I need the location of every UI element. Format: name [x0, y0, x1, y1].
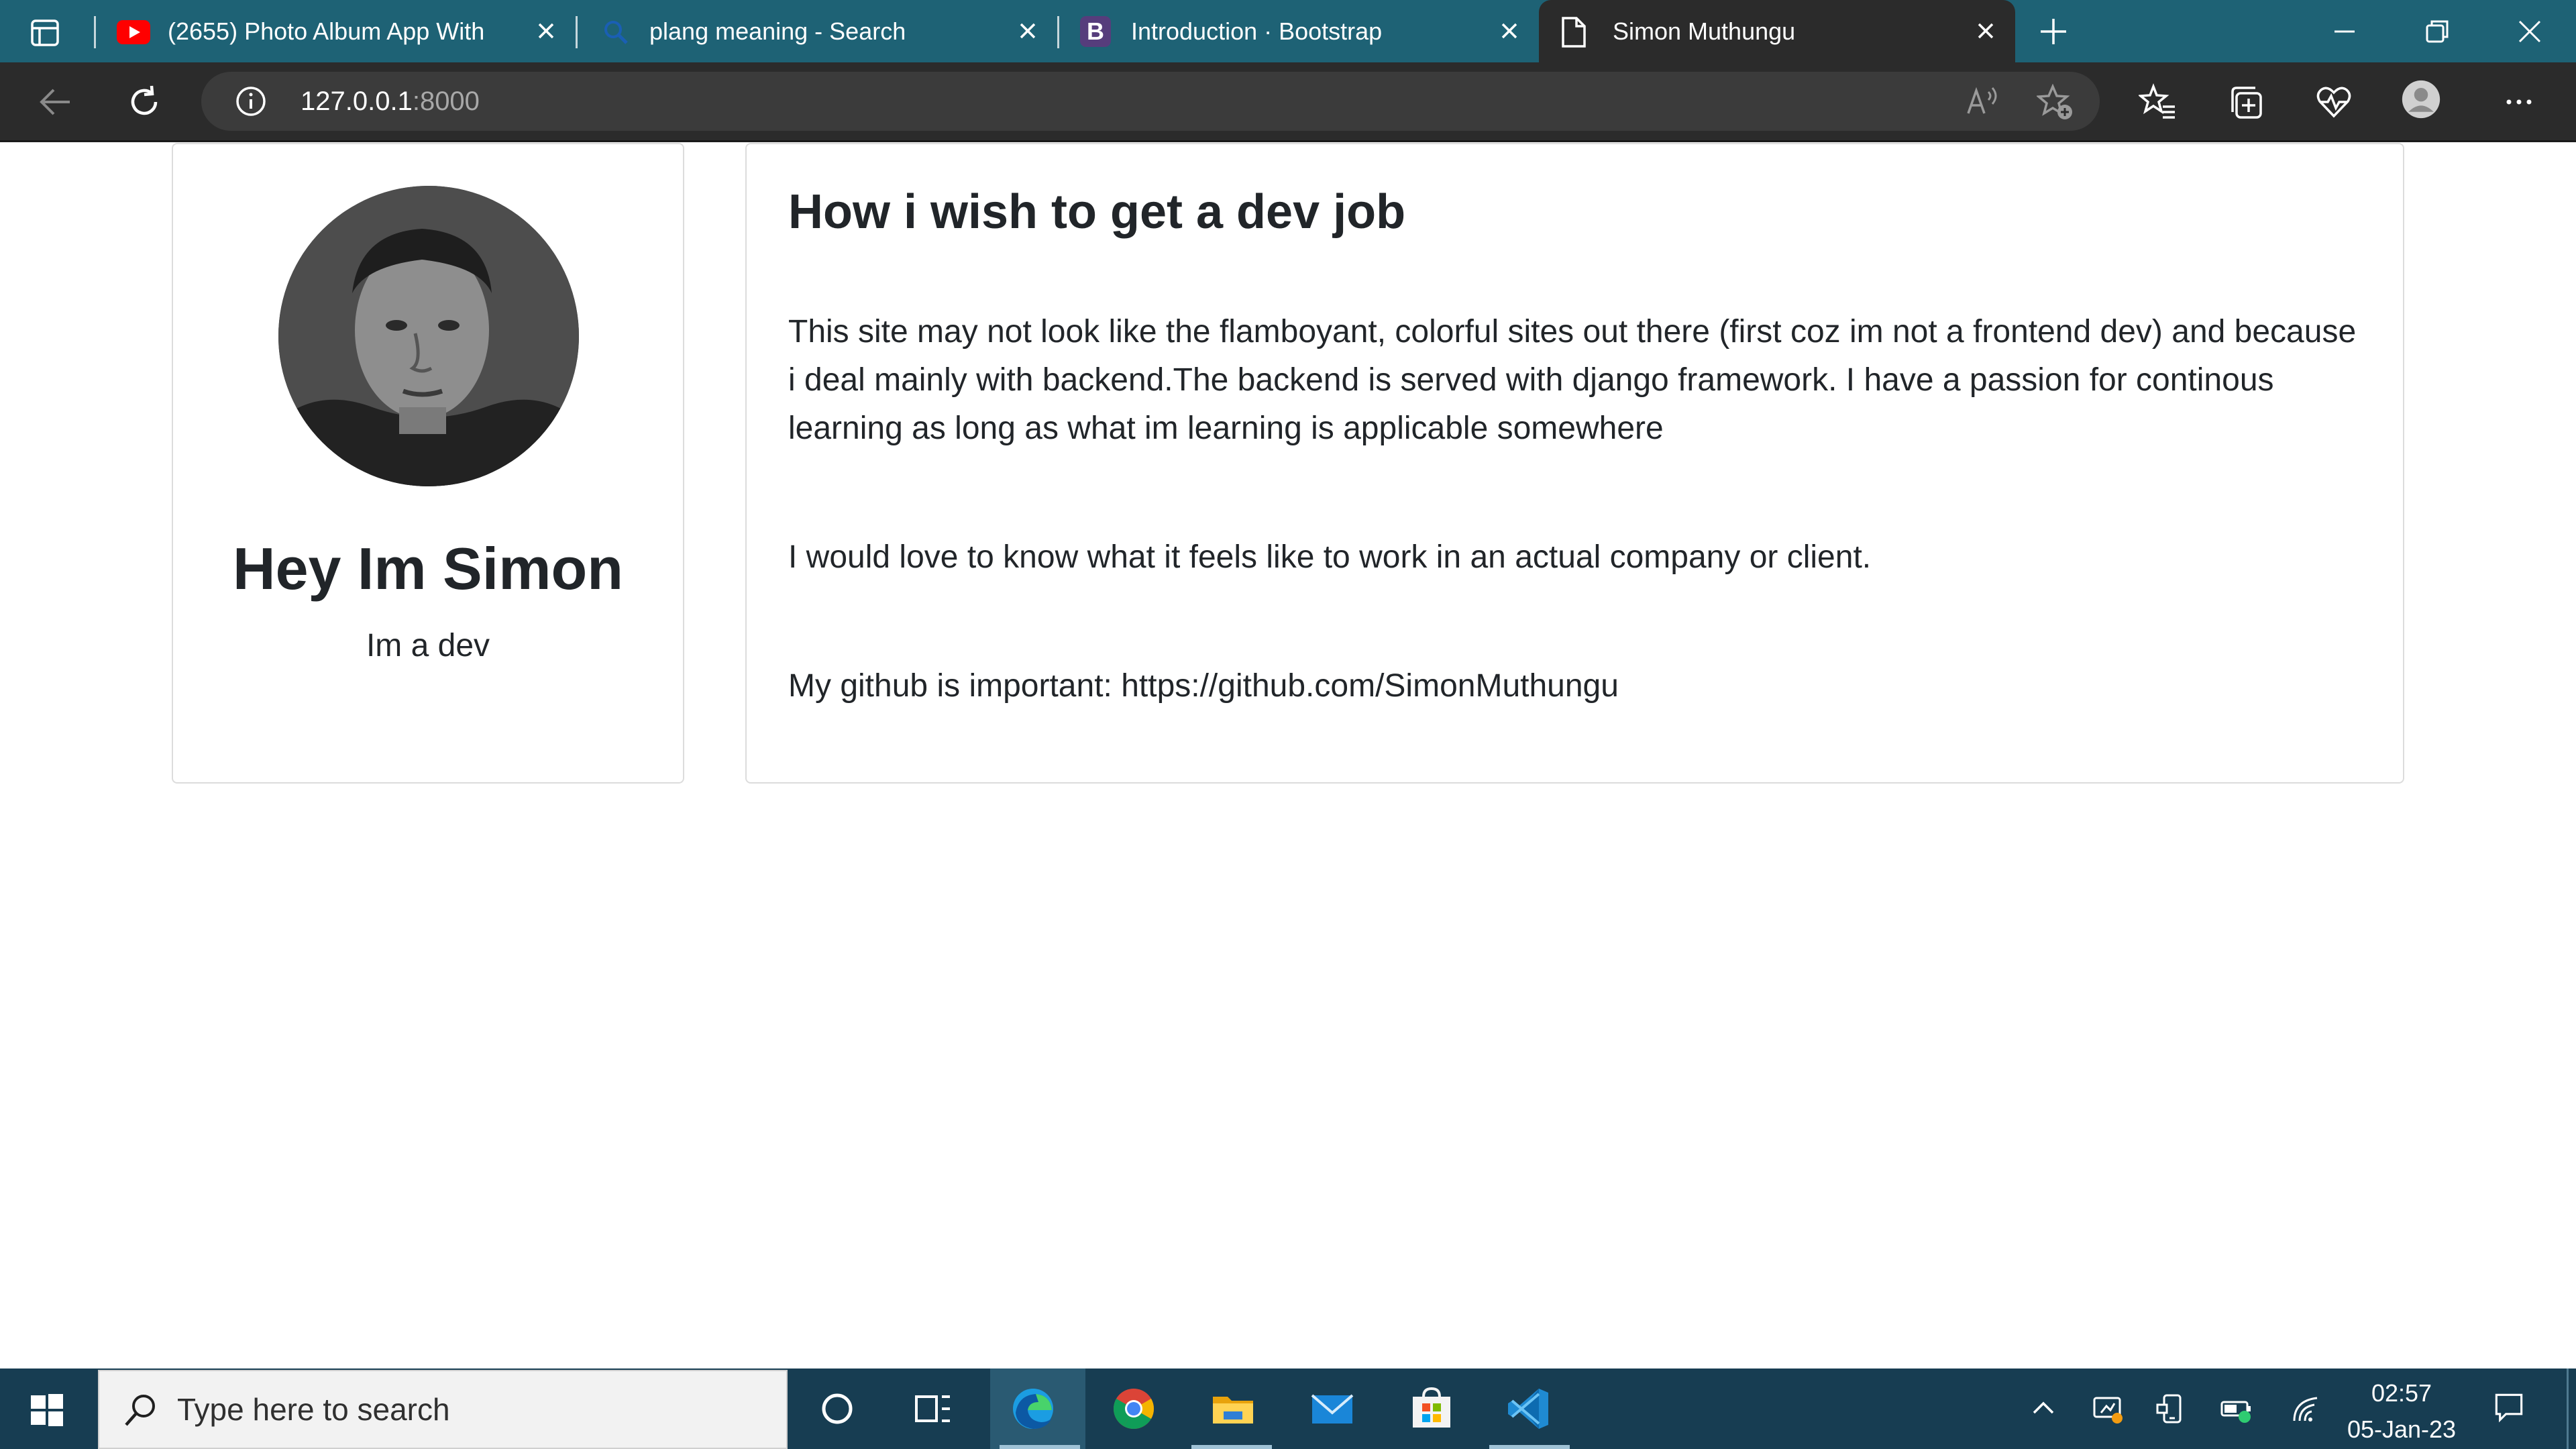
restore-icon[interactable]: [2422, 16, 2453, 47]
show-hidden-icons-chevron-icon[interactable]: [2027, 1393, 2059, 1425]
clock-time: 02:57: [2371, 1379, 2432, 1407]
read-aloud-icon[interactable]: [1966, 85, 2000, 117]
search-icon: [602, 19, 629, 46]
windows-start-icon[interactable]: [30, 1393, 64, 1428]
more-options-icon[interactable]: [2500, 83, 2538, 121]
favorites-icon[interactable]: [2137, 83, 2178, 121]
intro-paragraph: This site may not look like the flamboya…: [788, 314, 2357, 446]
search-icon: [122, 1391, 160, 1429]
collections-icon[interactable]: [2227, 83, 2266, 121]
profile-card: Hey Im Simon Im a dev: [172, 143, 684, 784]
browser-essentials-icon[interactable]: [2314, 83, 2353, 121]
close-window-icon[interactable]: [2514, 16, 2545, 47]
github-paragraph: My github is important: https://github.c…: [788, 668, 1619, 704]
tab-title: Simon Muthungu: [1613, 17, 1796, 45]
microsoft-store-icon[interactable]: [1407, 1385, 1456, 1433]
tab-separator: [1057, 16, 1059, 48]
mail-icon[interactable]: [1308, 1385, 1356, 1433]
taskbar-search-box[interactable]: Type here to search: [98, 1370, 788, 1449]
profile-avatar-icon[interactable]: [2402, 80, 2447, 125]
url-host: 127.0.0.1: [301, 87, 413, 116]
tab-separator: [94, 16, 96, 48]
minimize-icon[interactable]: [2329, 16, 2360, 47]
running-indicator: [1000, 1445, 1080, 1449]
file-explorer-icon[interactable]: [1209, 1385, 1257, 1433]
new-tab-icon[interactable]: [2038, 16, 2069, 47]
tab-title: plang meaning - Search: [649, 17, 906, 45]
close-tab-icon[interactable]: [534, 19, 558, 43]
profile-name: Hey Im Simon: [233, 535, 623, 602]
work-paragraph: I would love to know what it feels like …: [788, 539, 1872, 575]
search-placeholder: Type here to search: [177, 1392, 450, 1427]
close-tab-icon[interactable]: [1974, 19, 1998, 43]
content-title: How i wish to get a dev job: [788, 185, 1406, 239]
task-view-icon[interactable]: [908, 1385, 957, 1433]
meet-now-icon[interactable]: [2092, 1393, 2124, 1425]
youtube-icon: [117, 20, 150, 44]
wifi-icon[interactable]: [2290, 1393, 2322, 1425]
refresh-icon[interactable]: [125, 83, 164, 121]
page-icon: [1560, 16, 1587, 48]
show-desktop-strip[interactable]: [2567, 1368, 2569, 1449]
profile-role: Im a dev: [366, 628, 490, 663]
browser-toolbar: 127.0.0.1:8000: [0, 62, 2576, 142]
back-arrow-icon[interactable]: [36, 83, 75, 121]
bootstrap-icon: B: [1080, 16, 1111, 47]
edge-browser-icon[interactable]: [1009, 1385, 1057, 1433]
running-indicator: [1191, 1445, 1272, 1449]
vscode-icon[interactable]: [1505, 1385, 1554, 1433]
tab-bootstrap[interactable]: B Introduction · Bootstrap: [1064, 0, 1534, 62]
system-clock[interactable]: 02:57 05-Jan-23: [2328, 1375, 2475, 1448]
cortana-icon[interactable]: [813, 1385, 861, 1433]
address-bar[interactable]: 127.0.0.1:8000: [201, 72, 2100, 131]
battery-icon[interactable]: [2220, 1393, 2253, 1425]
tab-strip: (2655) Photo Album App With Dj plang mea…: [0, 0, 2576, 62]
close-tab-icon[interactable]: [1016, 19, 1040, 43]
notifications-icon[interactable]: [2493, 1391, 2529, 1428]
url-text[interactable]: 127.0.0.1:8000: [301, 72, 480, 131]
chrome-icon[interactable]: [1110, 1385, 1158, 1433]
tab-title: (2655) Photo Album App With Dj: [168, 17, 483, 45]
taskbar: Type here to search 02:57 05-Jan-23: [0, 1368, 2576, 1449]
toolbar-divider: [0, 140, 2576, 142]
tab-search[interactable]: plang meaning - Search: [582, 0, 1052, 62]
clock-date: 05-Jan-23: [2347, 1415, 2457, 1443]
content-card: How i wish to get a dev job This site ma…: [745, 143, 2404, 784]
running-indicator: [1489, 1445, 1570, 1449]
phone-link-icon[interactable]: [2156, 1393, 2188, 1425]
tab-title: Introduction · Bootstrap: [1131, 17, 1383, 45]
tab-simon-muthungu[interactable]: Simon Muthungu: [1539, 0, 2015, 62]
profile-photo: [278, 186, 579, 486]
tab-youtube[interactable]: (2655) Photo Album App With Dj: [101, 0, 570, 62]
tab-separator: [576, 16, 578, 48]
add-favorite-icon[interactable]: [2035, 83, 2074, 121]
tab-actions-icon[interactable]: [30, 17, 60, 48]
url-port: :8000: [412, 87, 480, 116]
site-info-icon[interactable]: [235, 85, 267, 117]
close-tab-icon[interactable]: [1497, 19, 1521, 43]
